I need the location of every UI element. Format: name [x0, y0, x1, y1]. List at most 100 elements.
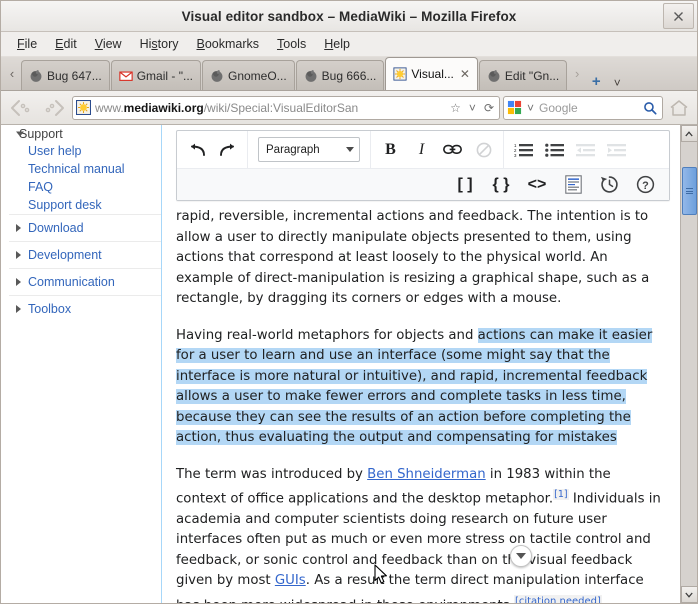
page-history-button[interactable]: [591, 170, 627, 200]
tab-bug-666[interactable]: Bug 666...: [295, 60, 385, 90]
tab-label: GnomeO...: [227, 68, 287, 83]
sidebar-group-toolbox[interactable]: Toolbox: [9, 295, 161, 322]
tab-label: Bug 666...: [321, 68, 377, 83]
search-engine-chevron-down-icon[interactable]: ˅: [525, 101, 536, 115]
svg-text:3: 3: [514, 153, 517, 157]
selected-text-range[interactable]: actions can make it easier for a user to…: [176, 327, 653, 445]
bold-button[interactable]: B: [375, 135, 406, 164]
menu-help[interactable]: Help: [315, 35, 359, 53]
search-input[interactable]: Google: [539, 101, 638, 115]
sidebar-group-development[interactable]: Development: [9, 241, 161, 268]
window-titlebar: Visual editor sandbox – MediaWiki – Mozi…: [1, 1, 697, 32]
sidebar-item-faq[interactable]: FAQ: [9, 178, 161, 196]
indent-button[interactable]: [601, 135, 632, 164]
tab-gmail[interactable]: Gmail - "...: [110, 60, 201, 90]
menu-bookmarks[interactable]: Bookmarks: [188, 35, 269, 53]
help-button[interactable]: ?: [627, 170, 663, 200]
sidebar-group-label: Communication: [28, 275, 115, 289]
firefox-favicon-icon: [305, 69, 317, 82]
article-body[interactable]: rapid, reversible, incremental actions a…: [162, 201, 680, 603]
scroll-down-button[interactable]: [680, 586, 697, 603]
sidebar-item-technical-manual[interactable]: Technical manual: [9, 160, 161, 178]
insert-template-button[interactable]: { }: [483, 170, 519, 200]
tab-bug-647[interactable]: Bug 647...: [21, 60, 110, 90]
link-icon: [443, 144, 462, 155]
bullet-list-icon: [544, 143, 564, 157]
numbered-list-button[interactable]: 1 2 3: [508, 135, 539, 164]
sidebar-item-support-desk[interactable]: Support desk: [9, 196, 161, 214]
menu-history[interactable]: History: [131, 35, 188, 53]
tab-gnome[interactable]: GnomeO...: [201, 60, 295, 90]
mediawiki-favicon-icon: [393, 67, 407, 81]
back-button[interactable]: [6, 95, 36, 121]
url-bar[interactable]: www.mediawiki.org/wiki/Special:VisualEdi…: [72, 95, 500, 120]
new-tab-button[interactable]: +: [586, 73, 606, 90]
italic-button[interactable]: I: [406, 135, 437, 164]
clear-formatting-icon: [476, 142, 491, 157]
window-close-button[interactable]: [663, 3, 694, 29]
selection-context-handle[interactable]: [510, 545, 532, 567]
reload-icon[interactable]: ⟳: [482, 101, 496, 115]
citation-needed-marker[interactable]: [citation needed]: [513, 594, 602, 603]
paragraph-real-world-metaphors[interactable]: Having real-world metaphors for objects …: [176, 326, 662, 449]
scroll-up-button[interactable]: [680, 125, 697, 142]
tab-scroll-right-button[interactable]: ›: [568, 56, 586, 90]
bullet-list-button[interactable]: [539, 135, 570, 164]
tab-scroll-left-button[interactable]: ‹: [3, 56, 21, 90]
navigation-toolbar: www.mediawiki.org/wiki/Special:VisualEdi…: [1, 91, 697, 125]
menubar: File Edit View History Bookmarks Tools H…: [1, 32, 697, 57]
chevron-down-icon: [685, 592, 693, 598]
tab-label: Gmail - "...: [136, 68, 193, 83]
tab-edit-gn[interactable]: Edit "Gn...: [478, 60, 568, 90]
menu-view[interactable]: View: [86, 35, 131, 53]
redo-button[interactable]: [212, 135, 243, 164]
search-bar[interactable]: ˅ Google: [503, 95, 663, 120]
triangle-right-icon: [16, 251, 21, 259]
home-button[interactable]: [666, 95, 692, 121]
tab-close-icon[interactable]: ✕: [460, 67, 470, 81]
paragraph-term-introduced[interactable]: The term was introduced by Ben Shneiderm…: [176, 465, 662, 603]
triangle-right-icon: [16, 224, 21, 232]
scrollbar-thumb[interactable]: [681, 167, 697, 215]
tab-label: Visual...: [411, 67, 454, 81]
sidebar-section-support[interactable]: Support: [9, 125, 161, 142]
insert-code-button[interactable]: <>: [519, 170, 555, 200]
paragraph-direct-manipulation[interactable]: rapid, reversible, incremental actions a…: [176, 207, 662, 310]
url-history-chevron-down-icon[interactable]: ˅: [467, 101, 478, 115]
paragraph-style-select[interactable]: Paragraph: [258, 137, 360, 162]
outdent-button[interactable]: [570, 135, 601, 164]
scrollbar-grip-icon: [685, 187, 693, 196]
sidebar-group-download[interactable]: Download: [9, 214, 161, 241]
insert-reference-button[interactable]: [ ]: [447, 170, 483, 200]
link-guis[interactable]: GUIs: [275, 573, 306, 588]
bookmark-star-icon[interactable]: ☆: [448, 101, 463, 115]
url-domain: mediawiki.org: [123, 100, 204, 115]
gmail-favicon-icon: [119, 70, 133, 81]
page-settings-button[interactable]: [555, 170, 591, 200]
url-text[interactable]: www.mediawiki.org/wiki/Special:VisualEdi…: [95, 101, 444, 115]
sidebar-item-user-help[interactable]: User help: [9, 142, 161, 160]
menu-edit[interactable]: Edit: [46, 35, 86, 53]
mediawiki-site-icon: [76, 100, 91, 115]
history-group: [177, 131, 248, 168]
home-icon: [670, 99, 688, 116]
menu-tools[interactable]: Tools: [268, 35, 315, 53]
sidebar-group-communication[interactable]: Communication: [9, 268, 161, 295]
vertical-scrollbar[interactable]: [680, 125, 697, 603]
link-ben-shneiderman[interactable]: Ben Shneiderman: [367, 467, 486, 482]
firefox-favicon-icon: [211, 69, 223, 82]
link-button[interactable]: [437, 135, 468, 164]
search-submit-icon[interactable]: [641, 101, 659, 115]
numbered-list-icon: 1 2 3: [514, 143, 533, 157]
indent-icon: [606, 143, 626, 156]
menu-file[interactable]: File: [8, 35, 46, 53]
reference-marker-1[interactable]: [1]: [553, 489, 569, 500]
tab-label: Edit "Gn...: [504, 68, 560, 83]
undo-button[interactable]: [181, 135, 212, 164]
tab-visual-editor-sandbox[interactable]: Visual... ✕: [385, 57, 478, 90]
forward-button[interactable]: [39, 95, 69, 121]
scrollbar-track[interactable]: [681, 142, 698, 586]
list-all-tabs-button[interactable]: ˅: [606, 76, 628, 90]
clear-formatting-button[interactable]: [468, 135, 499, 164]
article-pane: Paragraph B I 1 2 3 [] {} <> ? rapid, …: [162, 125, 680, 603]
